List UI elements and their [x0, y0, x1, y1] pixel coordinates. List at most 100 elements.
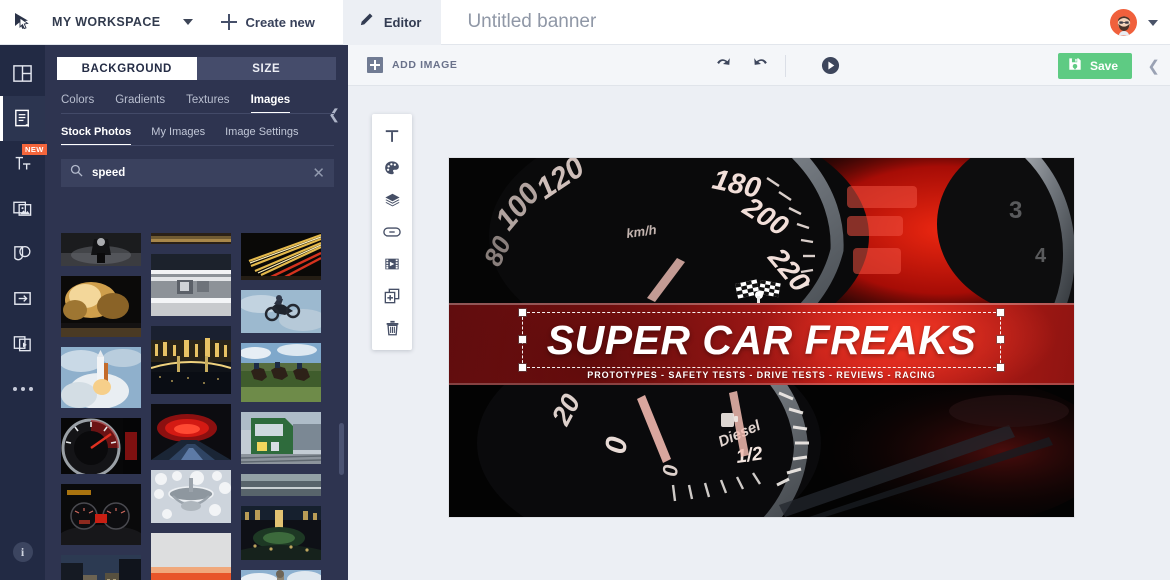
floppy-disk-icon: [1068, 57, 1082, 76]
banner-bottom-image[interactable]: 20 0 0 Diesel 1/2: [449, 385, 1074, 517]
resize-handle-top-left[interactable]: [519, 309, 526, 316]
link-tool-button[interactable]: [372, 216, 412, 248]
rail-item-slideshow[interactable]: [0, 321, 45, 366]
avatar[interactable]: [1110, 9, 1137, 36]
tab-colors[interactable]: Colors: [61, 94, 94, 114]
rail-item-templates[interactable]: [0, 51, 45, 96]
resize-handle-middle-right[interactable]: [997, 336, 1004, 343]
resize-handle-bottom-right[interactable]: [997, 364, 1004, 371]
thumb-space-shuttle-launch[interactable]: [61, 347, 141, 408]
app-root: MY WORKSPACE Create new Editor Untitled …: [0, 0, 1170, 580]
add-image-label: ADD IMAGE: [392, 59, 457, 71]
workspace-name[interactable]: MY WORKSPACE: [52, 15, 161, 29]
left-icon-rail: NEW: [0, 45, 45, 580]
layout-template-icon: [12, 63, 33, 84]
chevron-down-icon[interactable]: [183, 19, 193, 25]
banner-subtitle[interactable]: PROTOTYPES - SAFETY TESTS - DRIVE TESTS …: [449, 365, 1074, 383]
rail-item-button[interactable]: [0, 276, 45, 321]
tab-gradients[interactable]: Gradients: [115, 94, 165, 114]
color-tool-button[interactable]: [372, 152, 412, 184]
thumb-train-motion-blur-bw[interactable]: [151, 254, 231, 316]
thumb-red-stadium-night-road[interactable]: [151, 404, 231, 460]
button-arrow-icon: [12, 288, 33, 309]
segment-background[interactable]: BACKGROUND: [57, 57, 197, 80]
text-format-icon: [384, 128, 400, 144]
slideshow-icon: [12, 333, 33, 354]
search-icon: [70, 164, 83, 182]
undo-button[interactable]: [714, 56, 732, 76]
search-box[interactable]: ✕: [61, 159, 334, 187]
resize-handle-middle-left[interactable]: [519, 336, 526, 343]
panel-subtabs: Stock Photos My Images Image Settings: [45, 114, 348, 146]
thumb-city-street-motion-blur[interactable]: [61, 555, 141, 580]
play-circle-icon: [821, 56, 840, 75]
panel-scrollbar-thumb[interactable]: [339, 423, 344, 475]
thumb-city-bridge-night-aerial[interactable]: [151, 326, 231, 394]
layers-icon: [384, 192, 401, 208]
tab-images[interactable]: Images: [251, 94, 291, 114]
rail-item-images[interactable]: [0, 186, 45, 231]
undo-arrow-icon: [714, 56, 732, 71]
stock-photo-grid[interactable]: [45, 233, 348, 580]
thumb-light-trails-yellow-red[interactable]: [241, 233, 321, 280]
thumb-motocross-jump-sky[interactable]: [241, 290, 321, 333]
canvas-area: ADD IMAGE: [348, 45, 1170, 580]
selection-box[interactable]: [523, 313, 1000, 367]
rail-item-shapes[interactable]: [0, 231, 45, 276]
text-tool-button[interactable]: [372, 120, 412, 152]
redo-button[interactable]: [752, 56, 770, 76]
thumb-horse-race-track[interactable]: [241, 343, 321, 402]
thumb-bokeh-chandelier-silver[interactable]: [151, 470, 231, 523]
document-icon: [12, 108, 33, 129]
thumb-motorcycle-night-bw[interactable]: [61, 233, 141, 266]
tab-editor[interactable]: Editor: [343, 0, 442, 45]
segment-size[interactable]: SIZE: [197, 57, 337, 80]
link-icon: [383, 225, 401, 239]
info-button[interactable]: i: [0, 532, 45, 572]
chevron-down-icon[interactable]: [1148, 20, 1158, 26]
subtab-image-settings[interactable]: Image Settings: [225, 126, 298, 146]
banner-canvas[interactable]: 80 100 120 180 200 220 240 km/h: [449, 158, 1074, 517]
close-icon[interactable]: ✕: [312, 166, 325, 181]
banner-text-band[interactable]: SUPER CAR FREAKS PROTOTYPES - SAFETY TES…: [449, 303, 1074, 385]
subtab-stock-photos[interactable]: Stock Photos: [61, 126, 131, 146]
svg-text:3: 3: [1009, 197, 1022, 224]
thumb-fountain-monument-night[interactable]: [241, 506, 321, 560]
svg-text:0: 0: [659, 464, 683, 478]
cursor-logo-icon[interactable]: [0, 0, 46, 45]
thumb-speedometer-red-gauge[interactable]: [61, 418, 141, 474]
history-controls: [714, 45, 770, 86]
animation-tool-button[interactable]: [372, 248, 412, 280]
trash-icon: [385, 320, 400, 336]
resize-handle-top-right[interactable]: [997, 309, 1004, 316]
right-panel-collapse-button[interactable]: ❮: [1147, 45, 1160, 86]
thumb-green-train-station[interactable]: [241, 412, 321, 464]
subtab-my-images[interactable]: My Images: [151, 126, 205, 146]
banner-top-image[interactable]: 80 100 120 180 200 220 240 km/h: [449, 158, 1074, 303]
thumb-motorbike-racer-blur[interactable]: [151, 533, 231, 580]
document-title[interactable]: Untitled banner: [467, 11, 596, 33]
create-new-button[interactable]: Create new: [221, 14, 315, 30]
layers-tool-button[interactable]: [372, 184, 412, 216]
account-menu[interactable]: [1110, 0, 1158, 45]
preview-button[interactable]: [821, 45, 840, 86]
thumb-highway-lights-blur[interactable]: [151, 233, 231, 244]
thumb-car-dashboard-night[interactable]: [61, 484, 141, 545]
resize-handle-bottom-left[interactable]: [519, 364, 526, 371]
save-button[interactable]: Save: [1058, 53, 1132, 79]
rail-item-text[interactable]: NEW: [0, 141, 45, 186]
images-stack-icon: [12, 198, 33, 219]
delete-tool-button[interactable]: [372, 312, 412, 344]
thumb-monument-plaza-daylight[interactable]: [241, 570, 321, 580]
search-input[interactable]: [92, 167, 312, 179]
tab-textures[interactable]: Textures: [186, 94, 229, 114]
thumb-empty-road-asphalt[interactable]: [241, 474, 321, 496]
panel-scrollbar-track[interactable]: [339, 233, 344, 580]
rail-item-background[interactable]: [0, 96, 45, 141]
film-strip-icon: [384, 256, 400, 272]
duplicate-tool-button[interactable]: [372, 280, 412, 312]
add-image-button[interactable]: ADD IMAGE: [367, 57, 457, 73]
more-dots-icon: [13, 387, 33, 391]
rail-item-more[interactable]: [0, 366, 45, 411]
thumb-rocket-launch-smoke-night[interactable]: [61, 276, 141, 337]
